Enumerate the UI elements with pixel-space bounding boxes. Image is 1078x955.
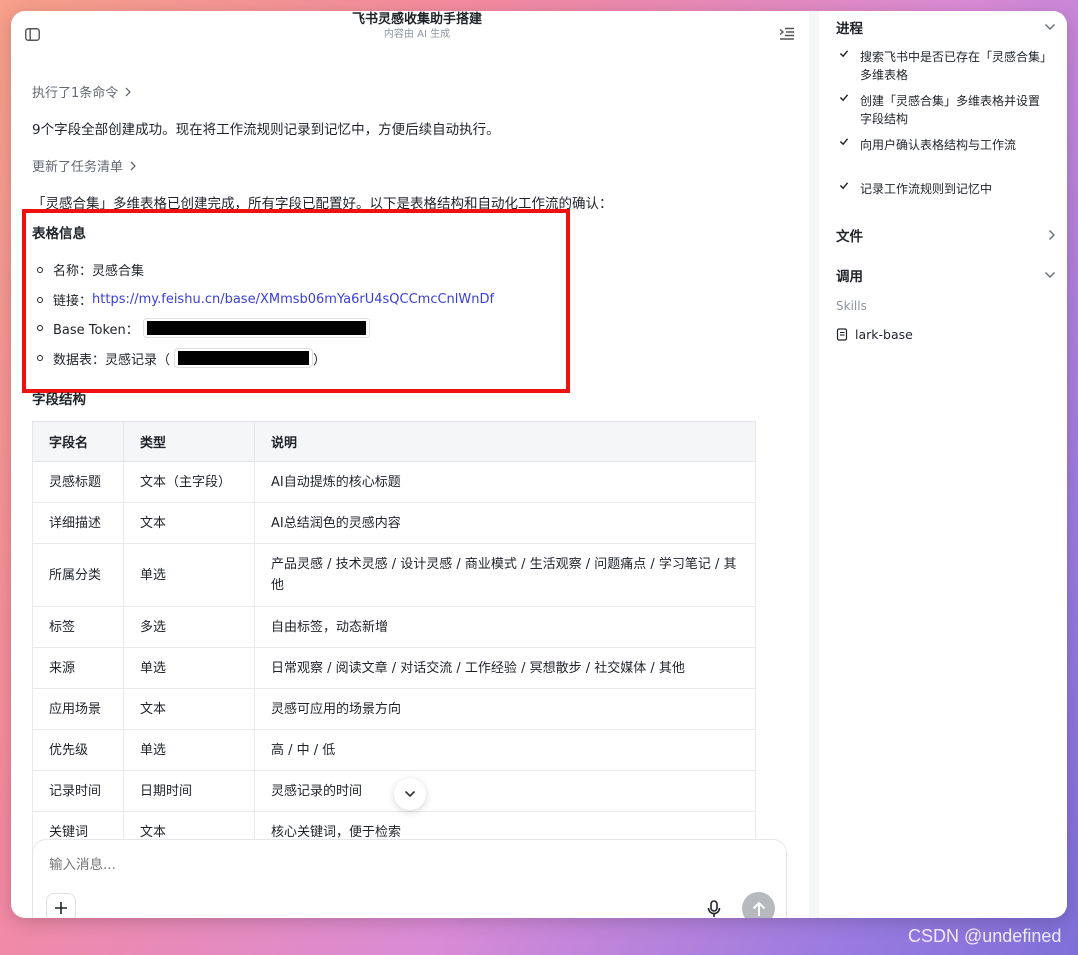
table-row: 所属分类 单选 产品灵感 / 技术灵感 / 设计灵感 / 商业模式 / 生活观察… [32, 543, 756, 607]
progress-item: 记录工作流规则到记忆中 [838, 180, 1050, 198]
progress-item-label: 创建「灵感合集」多维表格并设置字段结构 [860, 94, 1041, 126]
sidebar-toggle-icon[interactable] [21, 23, 43, 45]
check-icon [839, 50, 849, 58]
skill-item-lark-base[interactable]: lark-base [836, 327, 913, 342]
skills-label: Skills [836, 299, 867, 313]
column-header: 类型 [123, 421, 255, 462]
field-desc: 自由标签，动态新增 [254, 606, 756, 648]
calls-section-header[interactable]: 调用 [836, 265, 1056, 285]
assistant-message: 9个字段全部创建成功。现在将工作流规则记录到记忆中，方便后续自动执行。 [32, 122, 500, 138]
field-name: 优先级 [32, 729, 124, 771]
field-name: 记录时间 [32, 770, 124, 812]
field-desc: 灵感记录的时间 [254, 770, 756, 812]
field-name: 标签 [32, 606, 124, 648]
progress-item: 创建「灵感合集」多维表格并设置字段结构 [838, 92, 1050, 128]
check-icon [839, 94, 849, 102]
check-icon [839, 138, 849, 146]
progress-section-header[interactable]: 进程 [836, 17, 1056, 37]
add-attachment-button[interactable] [46, 893, 76, 918]
field-name: 来源 [32, 647, 124, 689]
calls-title: 调用 [836, 269, 863, 285]
skill-name: lark-base [855, 327, 913, 342]
progress-item-label: 记录工作流规则到记忆中 [860, 182, 993, 196]
scroll-to-bottom-button[interactable] [394, 778, 426, 810]
chevron-down-icon [1045, 272, 1055, 278]
chevron-down-icon [404, 790, 416, 798]
column-header: 说明 [254, 421, 756, 462]
table-row: 优先级 单选 高 / 中 / 低 [32, 729, 756, 771]
table-row: 应用场景 文本 灵感可应用的场景方向 [32, 688, 756, 730]
progress-item-label: 向用户确认表格结构与工作流 [860, 138, 1017, 152]
table-row: 来源 单选 日常观察 / 阅读文章 / 对话交流 / 工作经验 / 冥想散步 /… [32, 647, 756, 689]
arrow-up-icon [752, 901, 765, 916]
table-header-row: 字段名 类型 说明 [32, 421, 756, 462]
field-type: 文本（主字段） [123, 461, 255, 503]
progress-item: 搜索飞书中是否已存在「灵感合集」多维表格 [838, 48, 1050, 84]
progress-title: 进程 [836, 21, 863, 37]
field-type: 多选 [123, 606, 255, 648]
table-row: 标签 多选 自由标签，动态新增 [32, 606, 756, 648]
field-name: 灵感标题 [32, 461, 124, 503]
message-composer [32, 839, 787, 918]
field-desc: 灵感可应用的场景方向 [254, 688, 756, 730]
microphone-icon [707, 900, 721, 917]
column-header: 字段名 [32, 421, 124, 462]
check-icon [839, 182, 849, 190]
task-step-label: 更新了任务清单 [32, 160, 124, 175]
field-type: 单选 [123, 647, 255, 689]
fields-heading: 字段结构 [32, 392, 86, 408]
plus-icon [55, 902, 67, 914]
field-name: 所属分类 [32, 543, 124, 607]
chevron-right-icon [1049, 230, 1055, 240]
field-type: 单选 [123, 729, 255, 771]
field-desc: 产品灵感 / 技术灵感 / 设计灵感 / 商业模式 / 生活观察 / 问题痛点 … [254, 543, 756, 607]
field-name: 应用场景 [32, 688, 124, 730]
title-block: 飞书灵感收集助手搭建 内容由 AI 生成 [211, 11, 623, 42]
files-section-header[interactable]: 文件 [836, 225, 1056, 245]
microphone-button[interactable] [702, 897, 726, 918]
outline-list-icon[interactable] [776, 23, 798, 45]
panel-divider [809, 11, 819, 918]
command-step-label: 执行了1条命令 [32, 86, 119, 101]
app-window: 飞书灵感收集助手搭建 内容由 AI 生成 执行了1条命令 9个字段全部创建成功。… [11, 11, 1067, 918]
table-row: 灵感标题 文本（主字段） AI自动提炼的核心标题 [32, 461, 756, 503]
task-list-step-toggle[interactable]: 更新了任务清单 [32, 156, 137, 175]
files-title: 文件 [836, 229, 863, 245]
table-row: 详细描述 文本 AI总结润色的灵感内容 [32, 502, 756, 544]
field-type: 文本 [123, 688, 255, 730]
send-button[interactable] [742, 892, 775, 918]
ai-generated-note: 内容由 AI 生成 [383, 29, 451, 40]
right-sidebar: 进程 搜索飞书中是否已存在「灵感合集」多维表格 创建「灵感合集」多维表格并设置字… [819, 11, 1067, 918]
field-type: 单选 [123, 543, 255, 607]
progress-item-label: 搜索飞书中是否已存在「灵感合集」多维表格 [860, 50, 1047, 82]
field-desc: 高 / 中 / 低 [254, 729, 756, 771]
field-type: 日期时间 [123, 770, 255, 812]
page-title: 飞书灵感收集助手搭建 [351, 12, 482, 27]
chevron-right-icon [125, 87, 132, 96]
field-name: 详细描述 [32, 502, 124, 544]
progress-item: 向用户确认表格结构与工作流 [838, 136, 1050, 154]
scroll-document-icon [836, 328, 848, 341]
message-input[interactable] [49, 857, 649, 873]
command-step-toggle[interactable]: 执行了1条命令 [32, 82, 132, 101]
chevron-right-icon [130, 161, 136, 170]
field-desc: AI总结润色的灵感内容 [254, 502, 756, 544]
watermark: CSDN @undefined [908, 926, 1062, 946]
chevron-down-icon [1045, 24, 1055, 30]
field-type: 文本 [123, 502, 255, 544]
field-desc: AI自动提炼的核心标题 [254, 461, 756, 503]
chat-panel: 飞书灵感收集助手搭建 内容由 AI 生成 执行了1条命令 9个字段全部创建成功。… [11, 11, 809, 918]
top-bar: 飞书灵感收集助手搭建 内容由 AI 生成 [11, 11, 809, 51]
field-desc: 日常观察 / 阅读文章 / 对话交流 / 工作经验 / 冥想散步 / 社交媒体 … [254, 647, 756, 689]
red-highlight-box [22, 209, 570, 393]
